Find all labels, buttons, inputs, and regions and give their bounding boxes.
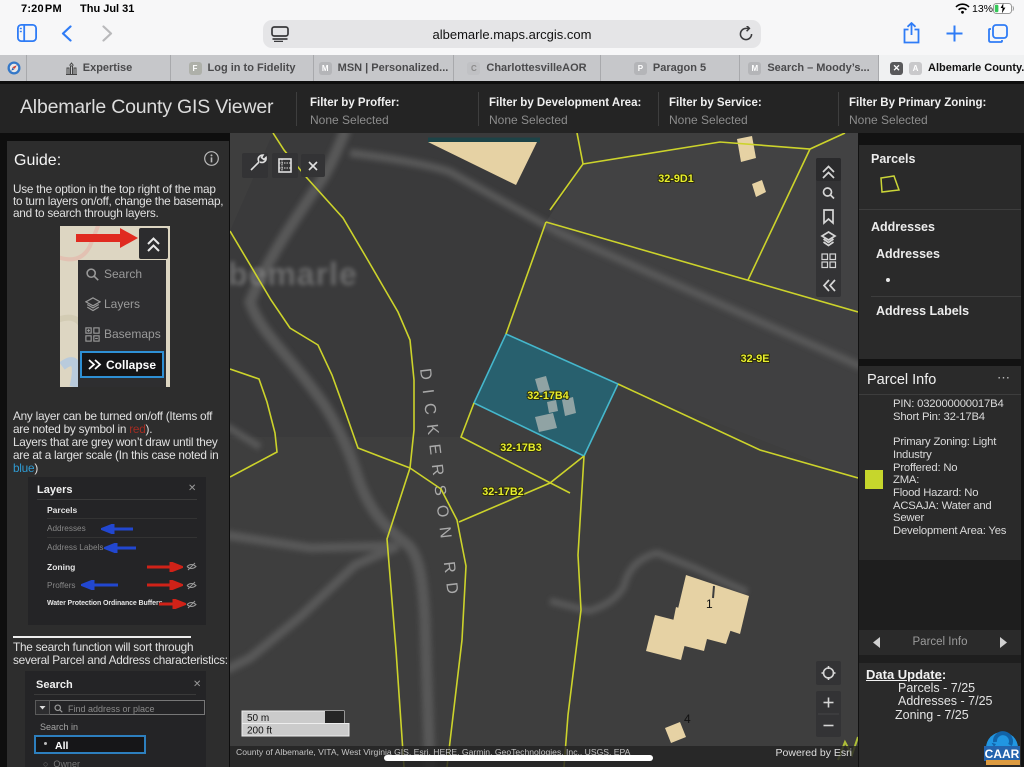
svg-text:32-9E: 32-9E: [741, 353, 770, 365]
svg-text:bemarle: bemarle: [230, 256, 358, 292]
svg-text:1: 1: [706, 597, 713, 611]
svg-text:Powered by Esri: Powered by Esri: [776, 747, 852, 759]
svg-text:CAAR: CAAR: [985, 747, 1020, 761]
svg-text:32-17B2: 32-17B2: [482, 486, 523, 498]
svg-text:32-17B3: 32-17B3: [500, 442, 541, 454]
svg-text:200 ft: 200 ft: [247, 726, 272, 737]
svg-text:4: 4: [684, 712, 691, 726]
svg-text:50 m: 50 m: [247, 713, 269, 724]
svg-text:32-9D1: 32-9D1: [658, 173, 693, 185]
svg-text:32-17B4: 32-17B4: [527, 390, 568, 402]
